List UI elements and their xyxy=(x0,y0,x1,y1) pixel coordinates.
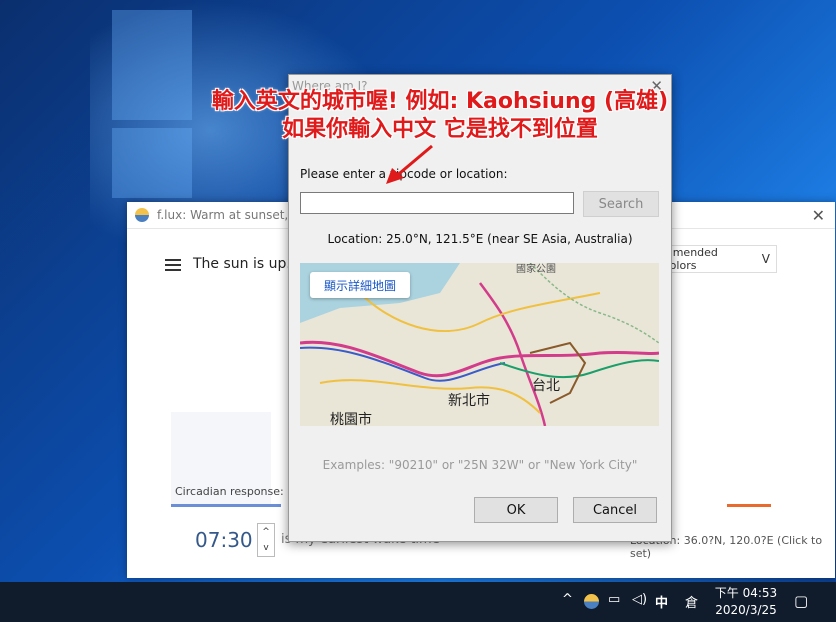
hamburger-menu-icon[interactable] xyxy=(165,256,181,274)
chevron-down-icon: V xyxy=(761,252,770,266)
notification-center-icon[interactable]: ▢ xyxy=(794,592,808,610)
annotation-arrow-icon xyxy=(386,144,433,184)
clock-time: 下午 04:53 xyxy=(714,586,778,600)
input-method-indicator[interactable]: 中 xyxy=(655,592,668,611)
color-preset-dropdown[interactable]: mmended Colors V xyxy=(661,245,777,273)
location-input[interactable] xyxy=(300,192,574,214)
stepper-up-icon[interactable]: ^ xyxy=(262,527,270,537)
where-am-i-dialog: Where am I? ✕ Please enter a zipcode or … xyxy=(288,74,672,542)
day-bar xyxy=(171,504,281,507)
stepper-down-icon[interactable]: v xyxy=(263,543,268,553)
annotation-line-1: 輸入英文的城市喔! 例如: Kaohsiung (高雄) xyxy=(211,89,669,114)
taskbar-clock[interactable]: 下午 04:53 2020/3/25 xyxy=(712,585,780,619)
show-hidden-icons-chevron-icon[interactable]: ^ xyxy=(562,592,573,607)
map-label-taoyuan: 桃園市 xyxy=(330,412,372,426)
flux-logo-icon xyxy=(135,208,149,222)
flux-tray-icon[interactable] xyxy=(584,594,599,609)
taskbar: ^ ▭ ◁) 中 倉 下午 04:53 2020/3/25 ▢ xyxy=(0,582,836,622)
input-mode-indicator[interactable]: 倉 xyxy=(685,592,698,611)
detected-location: Location: 25.0°N, 121.5°E (near SE Asia,… xyxy=(327,232,633,246)
location-map[interactable]: 顯示詳細地圖 台北 新北市 桃園市 國家公園 xyxy=(300,263,659,426)
flux-close-icon[interactable]: ✕ xyxy=(812,206,825,225)
circadian-response-label: Circadian response: 56 xyxy=(175,485,302,498)
search-button[interactable]: Search xyxy=(583,191,659,217)
color-preset-label: mmended Colors xyxy=(662,246,718,272)
map-label-taipei: 台北 xyxy=(532,378,560,394)
ok-button[interactable]: OK xyxy=(474,497,558,523)
volume-icon[interactable]: ◁) xyxy=(632,592,647,607)
cancel-button[interactable]: Cancel xyxy=(573,497,657,523)
clock-date: 2020/3/25 xyxy=(715,603,777,617)
map-label-new-taipei: 新北市 xyxy=(448,393,490,409)
wake-time-stepper[interactable]: ^ v xyxy=(257,523,275,557)
location-examples: Examples: "90210" or "25N 32W" or "New Y… xyxy=(322,458,638,472)
flux-title: f.lux: Warm at sunset, wit xyxy=(157,208,310,222)
detailed-map-button[interactable]: 顯示詳細地圖 xyxy=(310,272,410,298)
evening-bar xyxy=(727,504,771,507)
network-icon[interactable]: ▭ xyxy=(608,592,620,607)
wake-time-value[interactable]: 07:30 xyxy=(195,528,253,552)
map-label-park: 國家公園 xyxy=(516,264,556,275)
sun-status: The sun is up. xyxy=(193,256,291,272)
annotation-line-2: 如果你輸入中文 它是找不到位置 xyxy=(282,117,598,142)
annotation-note: 輸入英文的城市喔! 例如: Kaohsiung (高雄) 如果你輸入中文 它是找… xyxy=(150,88,730,144)
